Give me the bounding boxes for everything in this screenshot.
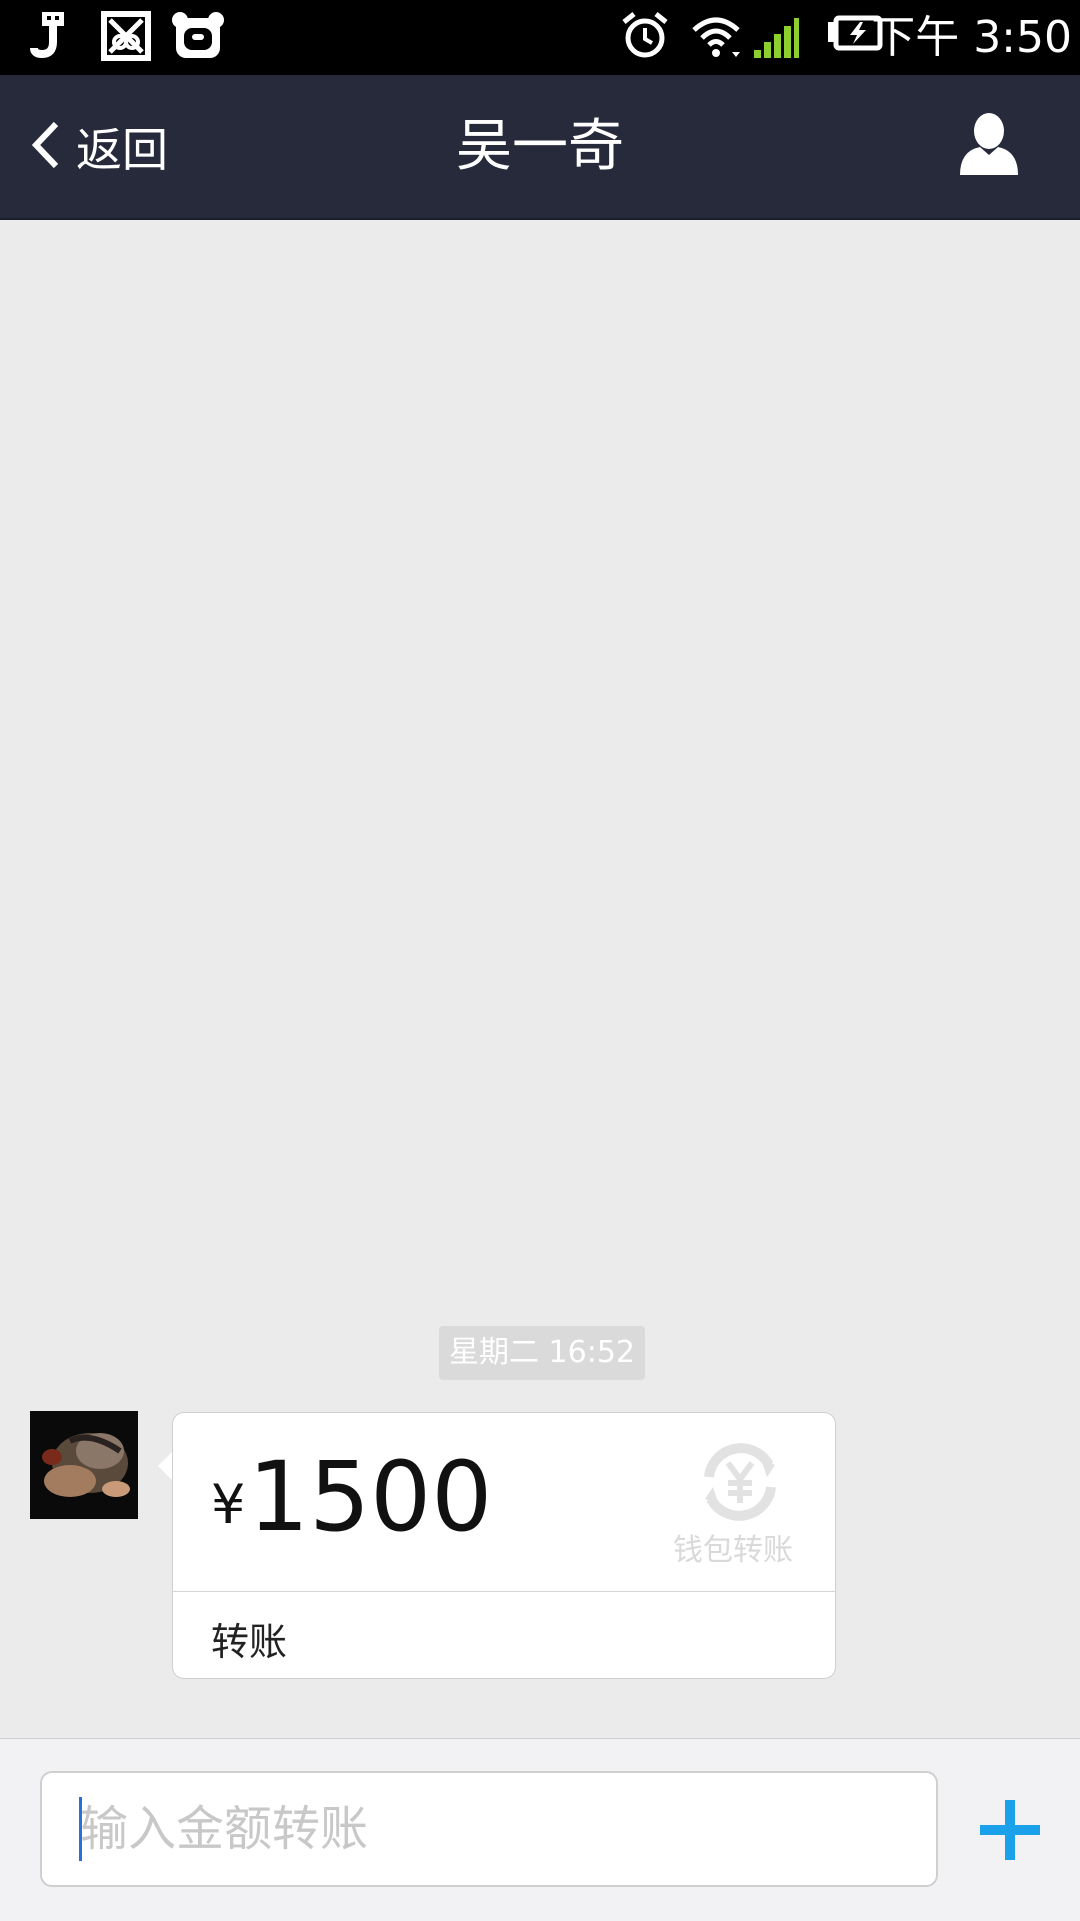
transfer-amount-section: ¥ 1500 钱包转账 [173, 1413, 835, 1591]
alarm-icon [620, 10, 670, 66]
wallet-transfer-label: 钱包转账 [673, 1533, 793, 1568]
panda-app-icon [170, 10, 226, 66]
signal-icon [752, 10, 800, 66]
transfer-caption: 转账 [211, 1620, 288, 1664]
bubble-tail [158, 1452, 172, 1480]
wallet-transfer-icon [695, 1437, 785, 1531]
input-bar [0, 1738, 1080, 1921]
transfer-amount: 1500 [248, 1441, 493, 1553]
back-label: 返回 [76, 123, 168, 177]
transfer-message-card[interactable]: ¥ 1500 钱包转账 转账 [172, 1412, 836, 1679]
nav-bar: 返回 吴一奇 [0, 75, 1080, 220]
person-icon [958, 113, 1020, 181]
divider [173, 1591, 835, 1592]
profile-button[interactable] [958, 111, 1020, 181]
wifi-icon [690, 10, 742, 66]
avatar-photo [30, 1411, 138, 1519]
message-timestamp: 星期二 16:52 [439, 1326, 645, 1380]
plus-icon [978, 1800, 1042, 1866]
text-cursor [79, 1797, 82, 1861]
usb-icon [28, 10, 76, 66]
scissors-app-icon [100, 10, 152, 66]
add-button[interactable] [978, 1798, 1042, 1866]
back-button[interactable]: 返回 [30, 105, 168, 189]
avatar[interactable] [30, 1411, 138, 1519]
chevron-left-icon [30, 120, 60, 174]
status-time: 下午 3:50 [871, 12, 1072, 63]
amount-input[interactable] [40, 1771, 938, 1887]
status-bar: 下午 3:50 [0, 0, 1080, 75]
currency-symbol: ¥ [211, 1473, 246, 1536]
